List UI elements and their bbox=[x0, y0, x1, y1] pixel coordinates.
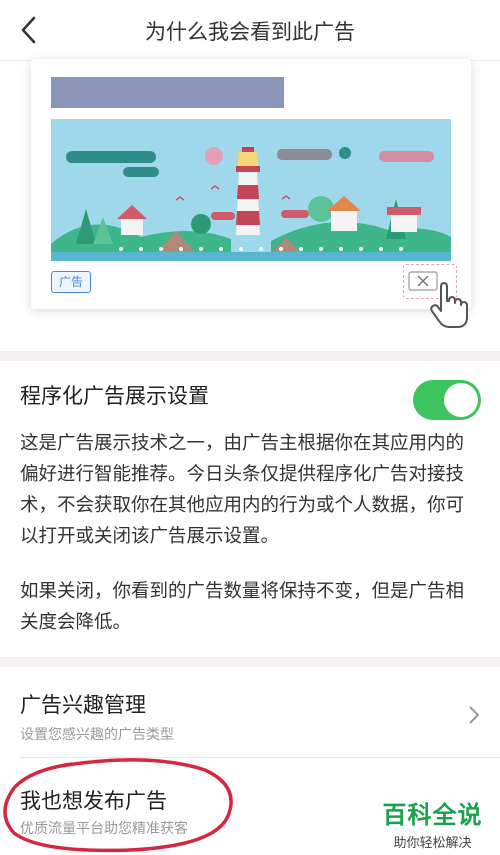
water bbox=[51, 252, 451, 261]
red-hand-drawn-circle bbox=[3, 758, 233, 853]
programmatic-ad-note: 如果关闭，你看到的广告数量将保持不变，但是广告相关度会降低。 bbox=[20, 581, 465, 633]
page-title: 为什么我会看到此广告 bbox=[145, 20, 355, 44]
baike-watermark: 百科全说 助你轻松解决 bbox=[375, 795, 490, 851]
section-separator bbox=[0, 657, 500, 667]
ad-headline-placeholder bbox=[51, 77, 284, 108]
ad-example-card: 广告 bbox=[31, 59, 471, 328]
programmatic-ad-description: 这是广告展示技术之一，由广告主根据你在其应用内的偏好进行智能推荐。今日头条仅提供… bbox=[20, 433, 465, 547]
ad-label-badge: 广告 bbox=[51, 271, 91, 293]
programmatic-ad-setting-title: 程序化广告展示设置 bbox=[20, 384, 209, 408]
watermark-sub-text: 助你轻松解决 bbox=[393, 836, 472, 851]
ad-interest-management-subtitle: 设置您感兴趣的广告类型 bbox=[20, 727, 174, 743]
ad-interest-management-row[interactable]: 广告兴趣管理 设置您感兴趣的广告类型 bbox=[0, 667, 500, 757]
section-separator bbox=[0, 351, 500, 361]
ad-illustration-area: 广告 bbox=[0, 59, 500, 351]
watermark-main-text: 百科全说 bbox=[382, 801, 483, 829]
toggle-knob bbox=[444, 383, 478, 417]
top-bar: 为什么我会看到此广告 bbox=[0, 0, 500, 61]
hand-pointer-icon bbox=[430, 282, 468, 328]
ad-interest-management-title: 广告兴趣管理 bbox=[20, 693, 146, 717]
chevron-right-icon bbox=[469, 706, 480, 724]
programmatic-ad-toggle[interactable] bbox=[413, 380, 481, 420]
